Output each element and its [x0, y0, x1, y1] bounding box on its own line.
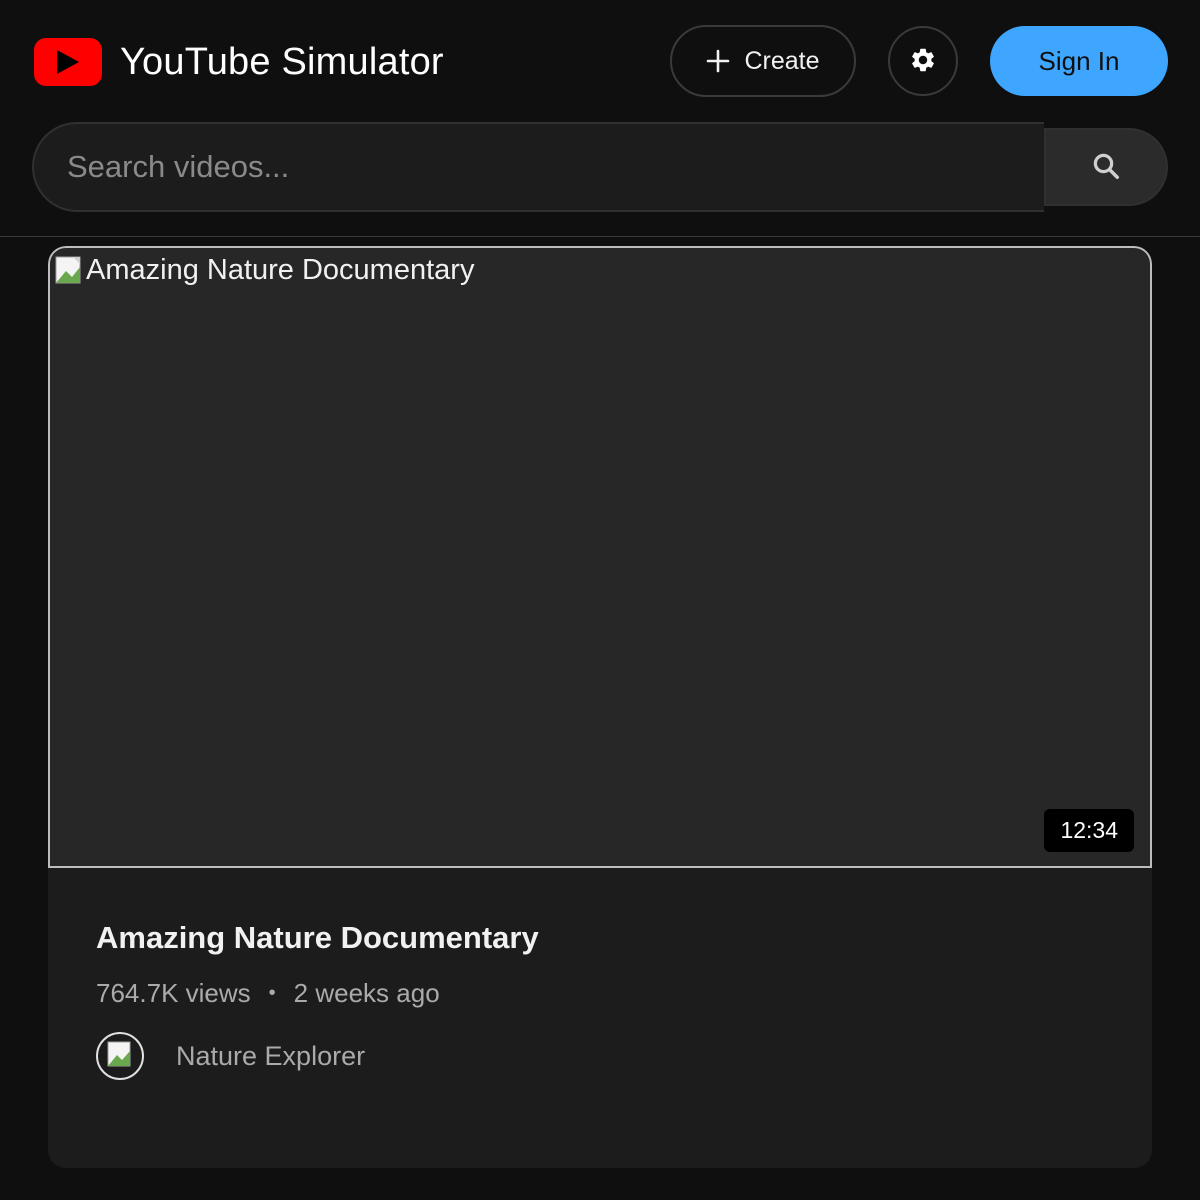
video-card[interactable]: Amazing Nature Documentary 12:34 Amazing… [48, 246, 1152, 1168]
video-meta: 764.7K views • 2 weeks ago [96, 978, 440, 1009]
video-title[interactable]: Amazing Nature Documentary [96, 920, 539, 956]
plus-icon [706, 49, 730, 73]
create-button[interactable]: Create [670, 25, 856, 97]
upload-time: 2 weeks ago [293, 978, 440, 1008]
search-bar [32, 122, 1168, 212]
gear-icon [909, 46, 937, 77]
thumbnail-alt-text: Amazing Nature Documentary [86, 254, 475, 286]
channel-info[interactable]: Nature Explorer [96, 1032, 365, 1080]
search-icon [1091, 151, 1121, 184]
search-input[interactable] [32, 122, 1044, 212]
top-header: YouTube Simulator Create Sign In [0, 0, 1200, 237]
channel-name[interactable]: Nature Explorer [176, 1041, 365, 1072]
meta-separator: • [268, 982, 276, 1004]
broken-image-icon [104, 1038, 136, 1075]
thumbnail-image: Amazing Nature Documentary [54, 254, 474, 287]
duration-badge: 12:34 [1044, 809, 1134, 852]
avatar[interactable] [96, 1032, 144, 1080]
broken-image-icon [54, 255, 86, 287]
search-button[interactable] [1044, 128, 1168, 206]
play-icon [34, 38, 102, 86]
sign-in-button[interactable]: Sign In [990, 26, 1168, 96]
create-button-label: Create [744, 46, 820, 75]
settings-button[interactable] [888, 26, 958, 96]
view-count: 764.7K views [96, 978, 251, 1008]
app-title: YouTube Simulator [120, 40, 444, 83]
logo[interactable]: YouTube Simulator [34, 38, 444, 86]
video-thumbnail[interactable]: Amazing Nature Documentary 12:34 [48, 246, 1152, 868]
